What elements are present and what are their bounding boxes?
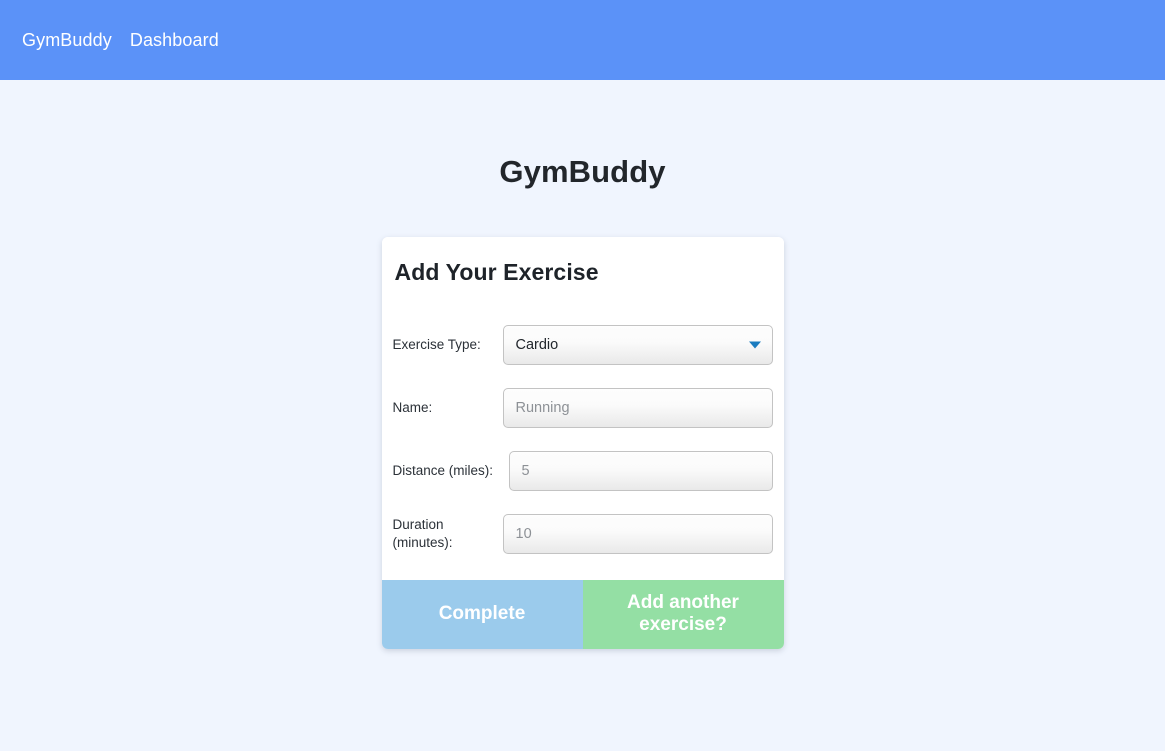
label-exercise-type: Exercise Type: xyxy=(392,336,481,352)
label-name: Name: xyxy=(392,399,433,415)
duration-input[interactable]: 10 xyxy=(502,513,773,554)
add-another-exercise-button[interactable]: Add another exercise? xyxy=(582,579,784,649)
chevron-down-icon xyxy=(748,341,761,349)
complete-button[interactable]: Complete xyxy=(381,579,583,649)
exercise-type-value: Cardio xyxy=(515,336,559,353)
form-row-distance: Distance (miles): 5 xyxy=(392,450,773,491)
card-footer: Complete Add another exercise? xyxy=(381,579,784,649)
form-row-name: Name: Running xyxy=(392,387,773,428)
top-navbar: GymBuddy Dashboard xyxy=(0,0,1165,80)
nav-link-gymbuddy[interactable]: GymBuddy xyxy=(22,31,112,49)
exercise-form: Exercise Type: Cardio Name: Running Dist… xyxy=(382,324,784,580)
page-content: GymBuddy Add Your Exercise Exercise Type… xyxy=(0,80,1165,751)
distance-input[interactable]: 5 xyxy=(508,450,773,491)
label-duration: Duration (minutes): xyxy=(392,517,453,550)
add-exercise-card: Add Your Exercise Exercise Type: Cardio … xyxy=(381,237,784,649)
nav-link-dashboard[interactable]: Dashboard xyxy=(130,31,219,49)
card-body: Add Your Exercise Exercise Type: Cardio … xyxy=(381,237,784,580)
exercise-type-select[interactable]: Cardio xyxy=(502,324,773,365)
form-row-exercise-type: Exercise Type: Cardio xyxy=(392,324,773,365)
name-input[interactable]: Running xyxy=(502,387,773,428)
label-distance: Distance (miles): xyxy=(392,462,494,478)
card-title: Add Your Exercise xyxy=(394,259,599,285)
form-row-duration: Duration (minutes): 10 xyxy=(392,513,773,554)
page-title: GymBuddy xyxy=(499,154,666,189)
